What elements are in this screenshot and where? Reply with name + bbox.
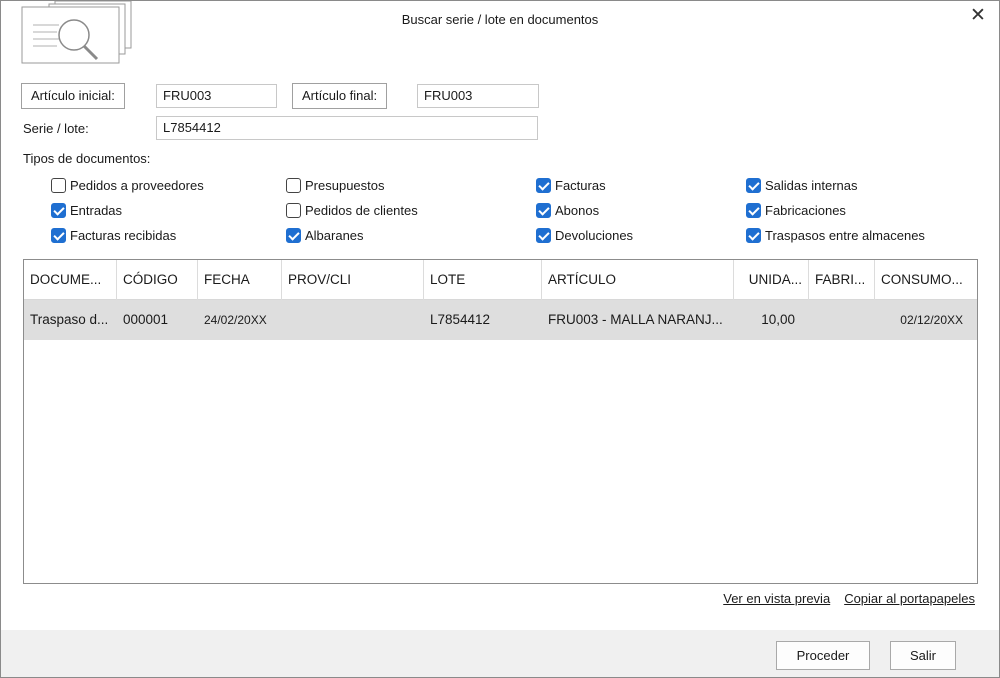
cell-prov-cli (282, 300, 424, 340)
column-header-consumo[interactable]: CONSUMO... (875, 260, 977, 300)
serie-lote-label: Serie / lote: (23, 121, 89, 136)
cell-codigo: 000001 (123, 312, 169, 327)
document-search-icon (21, 0, 137, 65)
proceder-button[interactable]: Proceder (776, 641, 870, 670)
checkbox-traspasos-almacenes[interactable]: Traspasos entre almacenes (746, 228, 925, 243)
checkbox-label: Fabricaciones (765, 203, 846, 218)
column-header-fecha[interactable]: FECHA (198, 260, 282, 300)
salir-button[interactable]: Salir (890, 641, 956, 670)
checkbox-fabricaciones[interactable]: Fabricaciones (746, 203, 846, 218)
checkbox-box[interactable] (536, 203, 551, 218)
checkbox-label: Facturas (555, 178, 606, 193)
checkbox-box[interactable] (746, 228, 761, 243)
dialog-title: Buscar serie / lote en documentos (401, 12, 599, 27)
checkbox-abonos[interactable]: Abonos (536, 203, 599, 218)
column-header-articulo[interactable]: ARTÍCULO (542, 260, 734, 300)
checkbox-box[interactable] (746, 178, 761, 193)
cell-lote: L7854412 (430, 312, 491, 327)
checkbox-box[interactable] (51, 178, 66, 193)
copy-clipboard-link[interactable]: Copiar al portapapeles (844, 591, 975, 606)
checkbox-salidas-internas[interactable]: Salidas internas (746, 178, 858, 193)
checkbox-pedidos-clientes[interactable]: Pedidos de clientes (286, 203, 418, 218)
checkbox-box[interactable] (536, 178, 551, 193)
action-links: Ver en vista previa Copiar al portapapel… (723, 591, 975, 606)
cell-consumo: 02/12/20XX (900, 313, 963, 327)
checkbox-label: Pedidos a proveedores (70, 178, 204, 193)
tipos-documentos-label: Tipos de documentos: (23, 151, 151, 166)
checkbox-pedidos-proveedores[interactable]: Pedidos a proveedores (51, 178, 204, 193)
checkbox-box[interactable] (286, 178, 301, 193)
checkbox-albaranes[interactable]: Albaranes (286, 228, 364, 243)
checkbox-label: Presupuestos (305, 178, 385, 193)
column-header-fabricacion[interactable]: FABRI... (809, 260, 875, 300)
cell-documento: Traspaso d... (30, 312, 109, 327)
articulo-inicial-input[interactable]: FRU003 (156, 84, 277, 108)
column-header-unidades[interactable]: UNIDA... (734, 260, 809, 300)
checkbox-label: Abonos (555, 203, 600, 218)
cell-unidades: 10,00 (761, 312, 795, 327)
cell-fecha: 24/02/20XX (204, 313, 267, 327)
checkbox-box[interactable] (286, 203, 301, 218)
articulo-final-button[interactable]: Artículo final: (292, 83, 388, 109)
checkbox-entradas[interactable]: Entradas (51, 203, 122, 218)
checkbox-label: Facturas recibidas (70, 228, 177, 243)
preview-link[interactable]: Ver en vista previa (723, 591, 830, 606)
cell-articulo: FRU003 - MALLA NARANJ... (548, 312, 723, 327)
search-lot-dialog: Buscar serie / lote en documentos ✕ Artí… (0, 0, 1000, 678)
table-header: DOCUME... CÓDIGO FECHA PROV/CLI LOTE ART… (24, 260, 977, 300)
checkbox-box[interactable] (746, 203, 761, 218)
column-header-lote[interactable]: LOTE (424, 260, 542, 300)
checkbox-label: Devoluciones (555, 228, 634, 243)
checkbox-facturas[interactable]: Facturas (536, 178, 606, 193)
checkbox-box[interactable] (51, 203, 66, 218)
checkbox-label: Traspasos entre almacenes (765, 228, 925, 243)
checkbox-box[interactable] (51, 228, 66, 243)
articulo-inicial-button[interactable]: Artículo inicial: (21, 83, 125, 109)
cell-fabricacion (809, 300, 875, 340)
checkbox-presupuestos[interactable]: Presupuestos (286, 178, 385, 193)
checkbox-label: Salidas internas (765, 178, 858, 193)
close-icon[interactable]: ✕ (967, 5, 989, 27)
column-header-prov-cli[interactable]: PROV/CLI (282, 260, 424, 300)
articulo-final-input[interactable]: FRU003 (417, 84, 539, 108)
checkbox-box[interactable] (286, 228, 301, 243)
column-header-codigo[interactable]: CÓDIGO (117, 260, 198, 300)
checkbox-label: Pedidos de clientes (305, 203, 418, 218)
results-table[interactable]: DOCUME... CÓDIGO FECHA PROV/CLI LOTE ART… (23, 259, 978, 584)
column-header-documento[interactable]: DOCUME... (24, 260, 117, 300)
checkbox-box[interactable] (536, 228, 551, 243)
serie-lote-input[interactable]: L7854412 (156, 116, 538, 140)
checkbox-label: Albaranes (305, 228, 364, 243)
dialog-footer: Proceder Salir (1, 630, 999, 677)
checkbox-label: Entradas (70, 203, 123, 218)
table-row[interactable]: Traspaso d... 000001 24/02/20XX L7854412… (24, 300, 977, 340)
checkbox-devoluciones[interactable]: Devoluciones (536, 228, 633, 243)
checkbox-facturas-recibidas[interactable]: Facturas recibidas (51, 228, 176, 243)
